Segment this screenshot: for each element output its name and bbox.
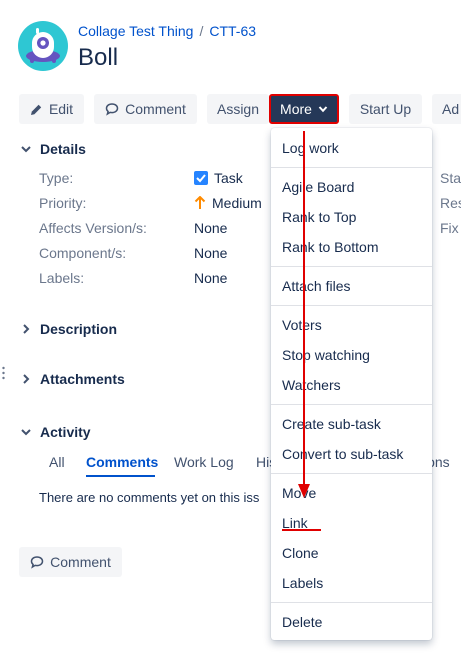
- menu-divider: [271, 404, 432, 405]
- attachments-toggle[interactable]: Attachments: [20, 371, 125, 387]
- start-up-button[interactable]: Start Up: [349, 94, 422, 124]
- menu-item-rank-to-top[interactable]: Rank to Top: [282, 209, 356, 225]
- no-comments-message: There are no comments yet on this iss: [39, 490, 260, 505]
- active-tab-indicator: [86, 475, 155, 477]
- details-heading: Details: [40, 141, 86, 157]
- affects-version-value: None: [194, 220, 228, 236]
- description-toggle[interactable]: Description: [20, 321, 117, 337]
- tab-work-log[interactable]: Work Log: [174, 454, 234, 470]
- more-dropdown-menu: Log work Agile Board Rank to Top Rank to…: [271, 128, 432, 640]
- comment-button[interactable]: Comment: [94, 94, 197, 124]
- fix-version-label: Fix V: [440, 220, 461, 236]
- menu-item-watchers[interactable]: Watchers: [282, 377, 341, 393]
- type-label: Type:: [39, 170, 74, 186]
- breadcrumb: Collage Test Thing / CTT-63: [78, 23, 256, 39]
- chevron-right-icon: [23, 374, 30, 384]
- add-comment-button-label: Comment: [50, 554, 111, 570]
- labels-value: None: [194, 270, 228, 286]
- activity-heading: Activity: [40, 424, 91, 440]
- menu-item-log-work[interactable]: Log work: [282, 140, 339, 156]
- menu-item-voters[interactable]: Voters: [282, 317, 322, 333]
- resolution-label: Res: [440, 195, 461, 211]
- drag-handle-icon[interactable]: [2, 366, 5, 380]
- add-comment-button[interactable]: Comment: [19, 547, 122, 577]
- menu-item-attach-files[interactable]: Attach files: [282, 278, 350, 294]
- comment-bubble-icon: [105, 103, 119, 116]
- menu-item-labels[interactable]: Labels: [282, 575, 323, 591]
- comment-button-label: Comment: [125, 101, 186, 117]
- chevron-down-icon: [21, 146, 31, 153]
- menu-item-stop-watching[interactable]: Stop watching: [282, 347, 370, 363]
- menu-item-clone[interactable]: Clone: [282, 545, 319, 561]
- breadcrumb-separator: /: [199, 23, 204, 39]
- menu-divider: [271, 305, 432, 306]
- tab-all[interactable]: All: [49, 454, 65, 470]
- menu-item-convert-to-sub-task[interactable]: Convert to sub-task: [282, 446, 403, 462]
- chevron-down-icon: [21, 429, 31, 436]
- menu-item-rank-to-bottom[interactable]: Rank to Bottom: [282, 239, 379, 255]
- breadcrumb-project-link[interactable]: Collage Test Thing: [78, 23, 193, 39]
- description-heading: Description: [40, 321, 118, 337]
- comment-bubble-icon: [30, 556, 44, 569]
- attachments-heading: Attachments: [40, 371, 125, 387]
- project-avatar-icon[interactable]: [18, 21, 68, 71]
- breadcrumb-issue-key-link[interactable]: CTT-63: [209, 23, 256, 39]
- type-value-text: Task: [214, 170, 243, 186]
- affects-version-label: Affects Version/s:: [39, 220, 147, 236]
- menu-divider: [271, 167, 432, 168]
- edit-button-label: Edit: [48, 101, 74, 117]
- checkbox-checked-icon: [194, 171, 208, 185]
- assign-button-label: Assign: [216, 101, 260, 117]
- components-value: None: [194, 245, 228, 261]
- priority-value-text: Medium: [212, 195, 262, 211]
- menu-item-link[interactable]: Link: [282, 515, 308, 531]
- activity-toggle[interactable]: Activity: [20, 424, 91, 440]
- components-label: Component/s:: [39, 245, 127, 261]
- menu-item-move[interactable]: Move: [282, 485, 316, 501]
- details-toggle[interactable]: Details: [20, 141, 86, 157]
- admin-button-label: Ad: [442, 101, 460, 117]
- chevron-right-icon: [23, 324, 30, 334]
- menu-divider: [271, 602, 432, 603]
- menu-item-create-sub-task[interactable]: Create sub-task: [282, 416, 381, 432]
- start-up-button-label: Start Up: [359, 101, 412, 117]
- arrow-up-icon: [194, 196, 206, 209]
- menu-item-delete[interactable]: Delete: [282, 614, 322, 630]
- tab-comments[interactable]: Comments: [86, 454, 158, 470]
- priority-label: Priority:: [39, 195, 87, 211]
- more-button-label: More: [280, 101, 312, 117]
- more-button[interactable]: More: [269, 94, 339, 124]
- chevron-down-icon: [318, 106, 328, 113]
- edit-button[interactable]: Edit: [19, 94, 84, 124]
- type-value: Task: [194, 170, 243, 186]
- priority-value: Medium: [194, 195, 262, 211]
- pencil-icon: [30, 104, 42, 115]
- menu-divider: [271, 473, 432, 474]
- menu-item-agile-board[interactable]: Agile Board: [282, 179, 354, 195]
- menu-divider: [271, 266, 432, 267]
- labels-label: Labels:: [39, 270, 85, 286]
- assign-button[interactable]: Assign: [207, 94, 269, 124]
- status-label: Stat: [440, 170, 461, 186]
- issue-title[interactable]: Boll: [78, 44, 118, 72]
- admin-button[interactable]: Ad: [432, 94, 461, 124]
